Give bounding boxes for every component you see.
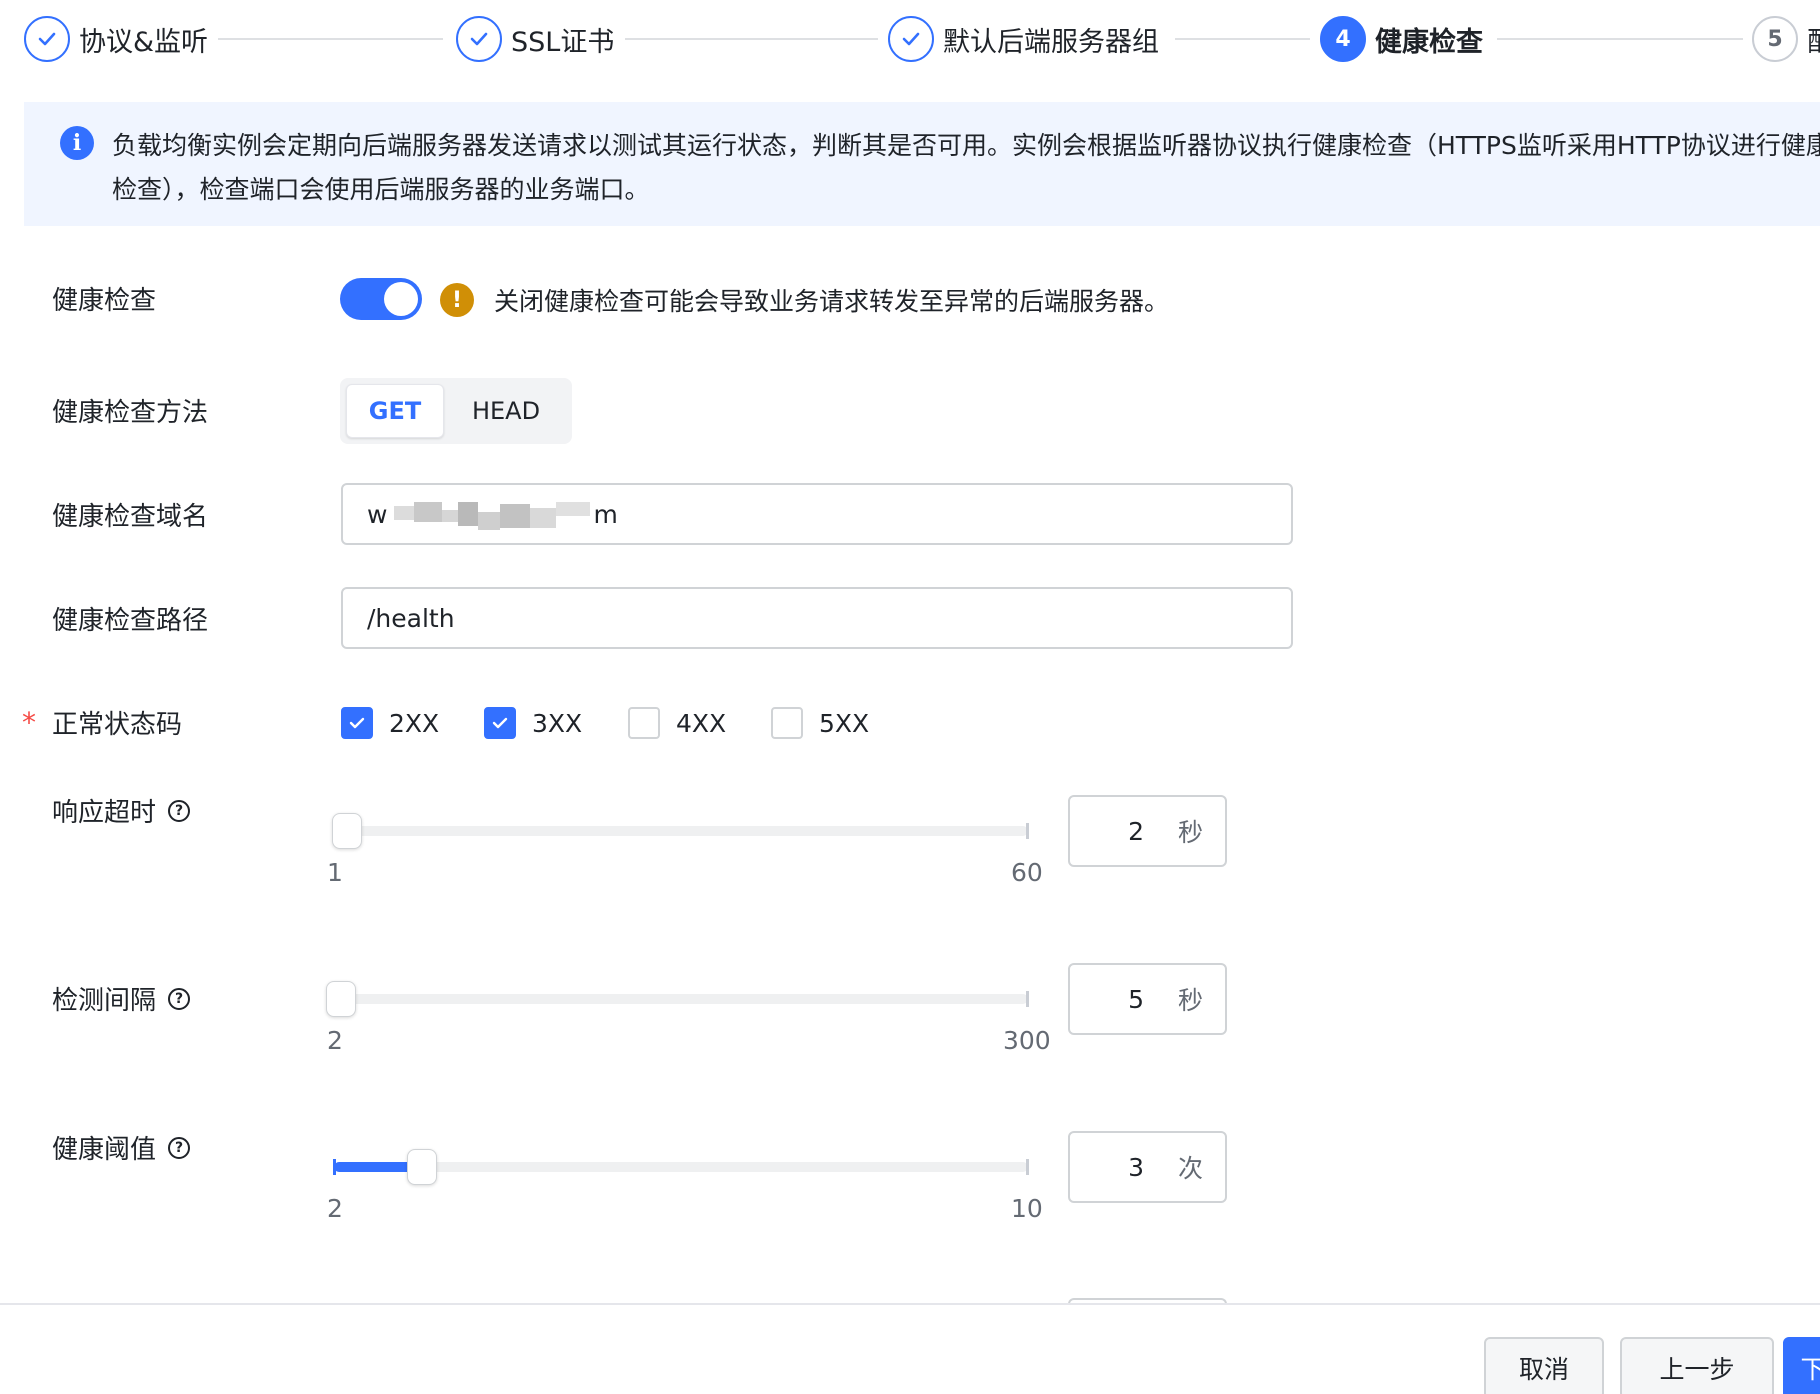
step-label: 默认后端服务器组 <box>943 26 1159 58</box>
checkbox-empty <box>628 707 660 739</box>
status-code-label: 3XX <box>532 708 583 738</box>
step-connector <box>625 38 878 40</box>
step-connector <box>218 38 443 40</box>
step-protocol-listener[interactable]: 协议&监听 <box>24 14 208 64</box>
health-check-warning: 关闭健康检查可能会导致业务请求转发至异常的后端服务器。 <box>494 287 1170 316</box>
timeout-label: 响应超时 ? <box>52 792 191 829</box>
number-value: 3 <box>1128 1152 1144 1182</box>
timeout-slider-thumb[interactable] <box>332 813 362 849</box>
number-value: 5 <box>1128 984 1144 1014</box>
interval-label: 检测间隔 ? <box>52 980 191 1017</box>
step-label: SSL证书 <box>511 26 615 58</box>
info-banner-text: 负载均衡实例会定期向后端服务器发送请求以测试其运行状态，判断其是否可用。实例会根… <box>112 131 1820 204</box>
toggle-knob <box>384 282 418 316</box>
domain-input[interactable]: w m <box>341 483 1293 545</box>
info-icon: i <box>60 126 94 160</box>
status-2xx-checkbox[interactable]: 2XX <box>341 707 439 739</box>
interval-slider-thumb[interactable] <box>326 981 356 1017</box>
step-label: 协议&监听 <box>79 26 209 58</box>
help-icon[interactable]: ? <box>168 799 191 822</box>
method-get-option[interactable]: GET <box>346 384 444 438</box>
method-segmented-control: GET HEAD <box>340 378 572 444</box>
check-icon <box>888 16 934 62</box>
step-label: 配 <box>1807 20 1820 59</box>
redacted-mask <box>388 496 592 532</box>
step-number: 4 <box>1320 16 1366 62</box>
timeout-number-input[interactable]: 2 秒 <box>1068 795 1227 867</box>
status-code-label: 5XX <box>819 708 870 738</box>
interval-label-text: 检测间隔 <box>52 986 157 1016</box>
path-input[interactable] <box>341 587 1293 649</box>
status-code-label: 4XX <box>676 708 727 738</box>
timeout-label-text: 响应超时 <box>52 798 157 828</box>
check-icon <box>456 16 502 62</box>
checkmark-icon <box>341 707 373 739</box>
status-codes-label: 正常状态码 <box>52 710 183 740</box>
warning-icon: ! <box>440 283 474 317</box>
threshold-label: 健康阈值 ? <box>52 1129 191 1166</box>
step-connector <box>1175 38 1310 40</box>
interval-slider[interactable] <box>326 981 1029 1017</box>
wizard-stepper: 协议&监听 SSL证书 默认后端服务器组 4 健康检查 5 配 <box>0 0 1820 78</box>
slider-max-label: 300 <box>1003 1026 1051 1055</box>
checkmark-icon <box>484 707 516 739</box>
unit-label: 秒 <box>1177 986 1203 1015</box>
required-mark: * <box>22 706 36 739</box>
slider-min-label: 2 <box>327 1194 343 1223</box>
threshold-slider[interactable] <box>333 1149 1029 1185</box>
step-number: 5 <box>1752 16 1798 62</box>
status-5xx-checkbox[interactable]: 5XX <box>771 707 869 739</box>
slider-min-label: 2 <box>327 1026 343 1055</box>
info-banner: i 负载均衡实例会定期向后端服务器发送请求以测试其运行状态，判断其是否可用。实例… <box>24 102 1820 226</box>
slider-max-cap <box>1026 823 1029 839</box>
unit-label: 秒 <box>1177 818 1203 847</box>
method-head-option[interactable]: HEAD <box>446 384 566 438</box>
health-check-toggle[interactable] <box>340 278 422 320</box>
checkbox-empty <box>771 707 803 739</box>
timeout-slider[interactable] <box>332 813 1029 849</box>
next-step-button[interactable]: 下 <box>1783 1337 1820 1394</box>
step-label: 健康检查 <box>1375 26 1483 58</box>
previous-step-button[interactable]: 上一步 <box>1620 1337 1774 1394</box>
health-check-form-page: 协议&监听 SSL证书 默认后端服务器组 4 健康检查 5 配 i <box>0 0 1820 1394</box>
path-label: 健康检查路径 <box>52 606 209 636</box>
status-4xx-checkbox[interactable]: 4XX <box>628 707 726 739</box>
step-5[interactable]: 5 配 <box>1752 14 1820 64</box>
step-health-check[interactable]: 4 健康检查 <box>1320 14 1483 64</box>
threshold-label-text: 健康阈值 <box>52 1135 157 1165</box>
domain-value-prefix: w <box>367 499 388 529</box>
step-connector <box>1497 38 1743 40</box>
help-icon[interactable]: ? <box>168 987 191 1010</box>
status-code-label: 2XX <box>389 708 440 738</box>
check-icon <box>24 16 70 62</box>
help-icon[interactable]: ? <box>168 1136 191 1159</box>
step-ssl-certificate[interactable]: SSL证书 <box>456 14 614 64</box>
number-value: 2 <box>1128 816 1144 846</box>
threshold-number-input[interactable]: 3 次 <box>1068 1131 1227 1203</box>
status-3xx-checkbox[interactable]: 3XX <box>484 707 582 739</box>
threshold-slider-thumb[interactable] <box>407 1149 437 1185</box>
slider-max-label: 60 <box>1011 858 1043 887</box>
method-label: 健康检查方法 <box>52 398 209 428</box>
health-check-label: 健康检查 <box>52 286 157 316</box>
cancel-button[interactable]: 取消 <box>1484 1337 1604 1394</box>
slider-max-label: 10 <box>1011 1194 1043 1223</box>
slider-max-cap <box>1026 991 1029 1007</box>
domain-label: 健康检查域名 <box>52 502 209 532</box>
slider-max-cap <box>1026 1159 1029 1175</box>
unit-label: 次 <box>1177 1154 1203 1183</box>
domain-value-suffix: m <box>593 499 618 529</box>
interval-number-input[interactable]: 5 秒 <box>1068 963 1227 1035</box>
slider-min-label: 1 <box>327 858 343 887</box>
slider-min-cap <box>333 1159 336 1175</box>
step-default-backend-group[interactable]: 默认后端服务器组 <box>888 14 1159 64</box>
